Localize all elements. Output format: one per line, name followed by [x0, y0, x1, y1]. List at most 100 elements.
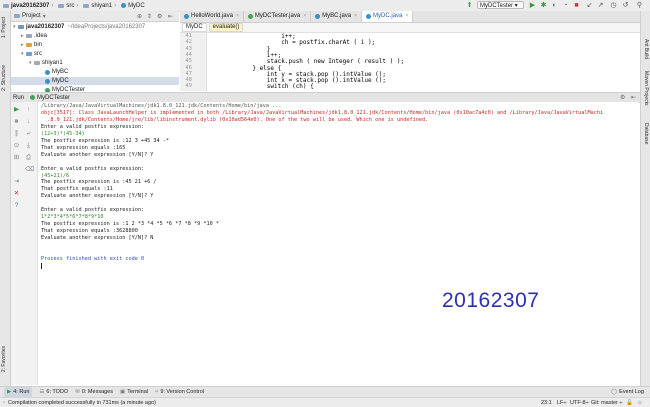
tab-mydc[interactable]: MyDC.java × — [362, 11, 414, 22]
tool-tab-favorites[interactable]: 2: Favorites — [1, 346, 7, 372]
line-separator[interactable]: LF÷ — [557, 400, 566, 406]
stop-icon[interactable]: ■ — [13, 118, 20, 125]
console-line: That postfix equals :11 — [41, 186, 113, 193]
close-icon[interactable]: ✕ — [13, 190, 20, 197]
sync-icon[interactable]: ⊕ — [137, 13, 142, 20]
bottom-tab-version-control[interactable]: ⑂ 9: Version Control — [155, 389, 204, 395]
nav-crumb-src[interactable]: src — [58, 3, 74, 9]
class-icon — [45, 69, 50, 75]
stop-icon[interactable]: ■ — [573, 2, 580, 9]
tree-item-mybc[interactable]: MyBC — [45, 68, 68, 76]
hide-icon[interactable]: ⇤ — [631, 94, 636, 101]
vcs-update-icon[interactable]: ↙ — [586, 2, 593, 9]
student-id-watermark: 20162307 — [442, 289, 540, 312]
bottom-tab-messages[interactable]: ✉ 0: Messages — [75, 389, 113, 395]
vcs-commit-icon[interactable]: ↗ — [597, 2, 604, 9]
folder-icon — [3, 3, 9, 8]
tree-item-src[interactable]: ▾ src — [21, 50, 42, 58]
close-icon[interactable]: × — [354, 11, 357, 22]
folder-icon — [14, 14, 20, 18]
chevron-down-icon[interactable]: ▾ — [43, 13, 46, 20]
console-line: Enter a valid postfix expression: — [41, 165, 145, 172]
nav-crumb-project[interactable]: java20162307 — [3, 3, 49, 9]
bottom-tab-terminal[interactable]: ▣ Terminal — [120, 389, 148, 395]
class-icon — [315, 14, 321, 19]
tool-tab-structure[interactable]: 2: Structure — [1, 65, 7, 91]
lock-icon[interactable]: 🔓 — [626, 400, 633, 406]
tree-item-module[interactable]: ▾ java20162307 ~/IdeaProjects/java201623… — [13, 23, 145, 31]
main-class-icon — [30, 95, 36, 100]
tree-item-mydc[interactable]: MyDC — [11, 77, 179, 85]
class-icon — [366, 14, 372, 19]
history-icon[interactable]: ◷ — [610, 2, 617, 9]
tree-item-idea[interactable]: ▸ .idea — [21, 32, 47, 40]
tree-item-package[interactable]: ▾ shiyan1 — [29, 59, 63, 67]
inspector-icon[interactable]: ☺ — [637, 400, 643, 406]
bottom-tab-run[interactable]: ▶ 4: Run — [4, 387, 33, 397]
line-number: 47 — [185, 70, 192, 77]
scroll-down-icon[interactable]: ↓ — [25, 118, 32, 125]
chevron-right-icon: › — [114, 2, 117, 9]
status-icon[interactable]: ▫ — [3, 400, 5, 406]
nav-crumb-class[interactable]: MyDC — [121, 3, 145, 9]
soft-wrap-icon[interactable]: ⤶ — [25, 130, 32, 137]
tool-tab-project[interactable]: 1: Project — [1, 17, 7, 38]
bottom-tab-todo[interactable]: ☰ 6: TODO — [39, 389, 68, 395]
breadcrumb-class[interactable]: MyDC — [182, 23, 207, 32]
code-line: switch (ch) { — [209, 83, 314, 91]
bottom-tab-event-log[interactable]: ◯ Event Log — [611, 389, 644, 395]
tab-mydctester[interactable]: MyDCTester.java × — [244, 11, 312, 22]
project-tree: ▾ java20162307 ~/IdeaProjects/java201623… — [11, 22, 179, 93]
run-tab-config[interactable]: MyDCTester — [37, 95, 70, 101]
revert-icon[interactable]: ↺ — [622, 2, 629, 9]
editor-breadcrumbs: MyDC evaluate() — [180, 23, 640, 33]
collapse-icon[interactable]: ⇕ — [147, 13, 152, 20]
profile-icon[interactable]: ◔ — [562, 2, 569, 9]
search-icon[interactable]: ⚲ — [636, 2, 643, 9]
close-icon[interactable]: × — [405, 11, 408, 22]
source-folder-icon — [26, 52, 32, 56]
terminal-icon: ▣ — [120, 389, 126, 395]
tool-tab-database[interactable]: Database — [643, 123, 649, 144]
gear-icon[interactable]: ⚙ — [157, 13, 162, 20]
left-tool-strip: 1: Project 2: Structure 2: Favorites — [0, 11, 11, 386]
git-branch[interactable]: Git: master ÷ — [591, 400, 622, 406]
clear-icon[interactable]: ⌫ — [25, 166, 34, 173]
print-icon[interactable]: ⎙ — [25, 154, 32, 161]
run-icon[interactable]: ▶ — [529, 2, 536, 9]
console-output[interactable]: /Library/Java/JavaVirtualMachines/jdk1.8… — [38, 102, 638, 385]
scroll-to-end-icon[interactable]: ⤓ — [25, 142, 32, 149]
build-icon[interactable]: ⬆ — [466, 2, 473, 9]
tab-helloworld[interactable]: HelloWorld.java × — [180, 11, 244, 22]
hide-icon[interactable]: ⇤ — [168, 13, 173, 20]
code-editor[interactable]: i++; ch = postfix.charAt ( i ); } i++; s… — [207, 33, 640, 91]
gear-icon[interactable]: ⚙ — [620, 94, 625, 101]
pause-icon[interactable]: ∥ — [13, 130, 20, 137]
coverage-icon[interactable]: ◐ — [551, 2, 558, 9]
messages-icon: ✉ — [75, 389, 80, 395]
line-number: 44 — [185, 51, 192, 58]
run-config-selector[interactable]: MyDCTester ▾ — [477, 1, 524, 9]
tool-tab-ant-build[interactable]: Ant Build — [643, 39, 649, 59]
file-encoding[interactable]: UTF-8÷ — [570, 400, 589, 406]
close-icon[interactable]: × — [236, 11, 239, 22]
close-icon[interactable]: × — [303, 11, 306, 22]
console-line: (12+3)*(45-34) — [41, 130, 85, 137]
nav-crumb-package[interactable]: shiyan1 — [83, 3, 112, 9]
debug-icon[interactable]: ✱ — [540, 2, 547, 9]
tool-tab-maven[interactable]: Maven Projects — [643, 71, 649, 105]
caret-position[interactable]: 23:1 — [541, 400, 552, 406]
tree-item-bin[interactable]: ▸ bin — [21, 41, 42, 49]
scroll-up-icon[interactable]: ↑ — [25, 106, 32, 113]
rerun-icon[interactable]: ▶ — [13, 106, 20, 113]
status-message: Compilation completed successfully in 73… — [7, 399, 156, 406]
console-line: 1*2*3*4*5*6*7*8*9*10 — [41, 214, 104, 221]
tab-mybc[interactable]: MyBC.java × — [311, 11, 363, 22]
dump-threads-icon[interactable]: ⊙ — [13, 142, 20, 149]
breadcrumb-method[interactable]: evaluate() — [208, 23, 244, 32]
help-icon[interactable]: ? — [13, 202, 20, 209]
export-icon[interactable]: ⇥ — [13, 178, 20, 185]
console-line: Evaluate another expression [Y/N]? Y — [41, 151, 154, 158]
project-view-dropdown[interactable]: Project — [22, 13, 41, 19]
restore-layout-icon[interactable]: ⊞ — [13, 154, 20, 161]
